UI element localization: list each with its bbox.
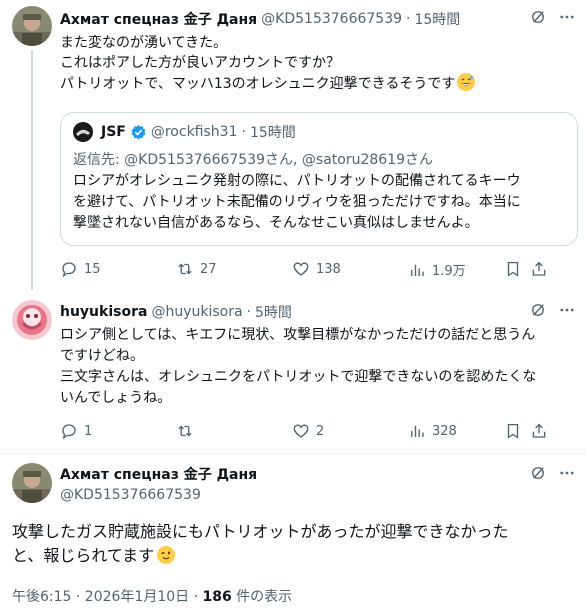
tweet-timestamp[interactable]: 午後6:15 · 2026年1月10日 · bbox=[12, 589, 203, 605]
views-icon bbox=[411, 425, 424, 437]
quote-handle: @rockfish31 bbox=[150, 124, 238, 140]
tweet-header: Ахмат спецназ 金子 Даня @KD515376667539 · … bbox=[60, 9, 461, 29]
heart-icon bbox=[293, 262, 309, 276]
winking-face-emoji bbox=[157, 546, 176, 564]
heart-icon bbox=[293, 424, 309, 438]
avatar[interactable] bbox=[12, 6, 52, 46]
avatar[interactable] bbox=[12, 300, 52, 340]
quote-time: 15時間 bbox=[249, 125, 296, 141]
like-button[interactable]: 2 bbox=[292, 422, 324, 440]
tweet-text: ロシア側としては、キエフに現状、攻撃目標がなかっただけの話だと思うん ですけどね… bbox=[60, 327, 537, 406]
author-name[interactable]: Ахмат спецназ 金子 Даня bbox=[60, 9, 257, 29]
more-icon[interactable] bbox=[558, 301, 576, 323]
grok-icon[interactable] bbox=[529, 464, 547, 486]
quote-avatar bbox=[73, 122, 93, 142]
author-handle[interactable]: @huyukisora bbox=[151, 304, 242, 320]
views-icon bbox=[411, 264, 424, 276]
quoted-tweet[interactable]: JSF @rockfish31 · 15時間 返信先: @KD515376667… bbox=[60, 112, 578, 246]
tweet-header: huyukisora @huyukisora · 5時間 bbox=[60, 302, 292, 322]
share-icon[interactable] bbox=[530, 422, 548, 444]
reply-icon bbox=[62, 424, 76, 440]
bookmark-icon[interactable] bbox=[504, 422, 522, 444]
reply-icon bbox=[62, 262, 76, 278]
tweet-time[interactable]: 15時間 bbox=[414, 9, 460, 29]
tweet-header: Ахмат спецназ 金子 Даня @KD515376667539 bbox=[60, 464, 257, 503]
repost-button[interactable]: 27 bbox=[176, 260, 217, 278]
author-handle[interactable]: @KD515376667539 bbox=[60, 487, 257, 503]
repost-button[interactable] bbox=[176, 422, 200, 440]
repost-icon bbox=[178, 263, 192, 275]
tweet-text: 攻撃したガス貯蔵施設にもパトリオットがあったが迎撃できなかった と、報じられてま… bbox=[12, 522, 509, 565]
views-button[interactable]: 328 bbox=[408, 422, 457, 440]
author-handle[interactable]: @KD515376667539 bbox=[261, 11, 402, 27]
author-name[interactable]: huyukisora bbox=[60, 304, 147, 320]
quote-header: JSF @rockfish31 · 15時間 bbox=[73, 122, 296, 142]
grok-icon[interactable] bbox=[529, 301, 547, 323]
author-name[interactable]: Ахмат спецназ 金子 Даня bbox=[60, 464, 257, 484]
grok-icon[interactable] bbox=[529, 8, 547, 30]
views-button[interactable]: 1.9万 bbox=[408, 260, 466, 279]
quote-text: ロシアがオレシュニク発射の際に、パトリオットの配備されてるキーウ を避けて、パト… bbox=[73, 173, 521, 231]
avatar[interactable] bbox=[12, 463, 52, 503]
grinning-sweat-emoji bbox=[457, 73, 476, 91]
repost-icon bbox=[178, 425, 192, 437]
more-icon[interactable] bbox=[558, 8, 576, 30]
tweet-time[interactable]: 5時間 bbox=[255, 302, 292, 322]
more-icon[interactable] bbox=[558, 464, 576, 486]
thread-line bbox=[31, 50, 33, 290]
share-icon[interactable] bbox=[530, 260, 548, 282]
bookmark-icon[interactable] bbox=[504, 260, 522, 282]
like-button[interactable]: 138 bbox=[292, 260, 341, 278]
tweet-text: また変なのが湧いてきた。 これはポアした方が良いアカウントですか？ パトリオット… bbox=[60, 33, 580, 94]
tweet-timestamp-row: 午後6:15 · 2026年1月10日 · 186 件の表示 bbox=[12, 589, 293, 605]
verified-badge-icon bbox=[130, 124, 147, 141]
reply-button[interactable]: 15 bbox=[60, 260, 101, 278]
divider bbox=[0, 453, 587, 454]
quote-author-name: JSF bbox=[101, 124, 126, 140]
view-count: 186 bbox=[202, 589, 232, 605]
reply-button[interactable]: 1 bbox=[60, 422, 92, 440]
quote-reply-to: 返信先: @KD515376667539さん, @satoru28619さん bbox=[73, 152, 434, 168]
